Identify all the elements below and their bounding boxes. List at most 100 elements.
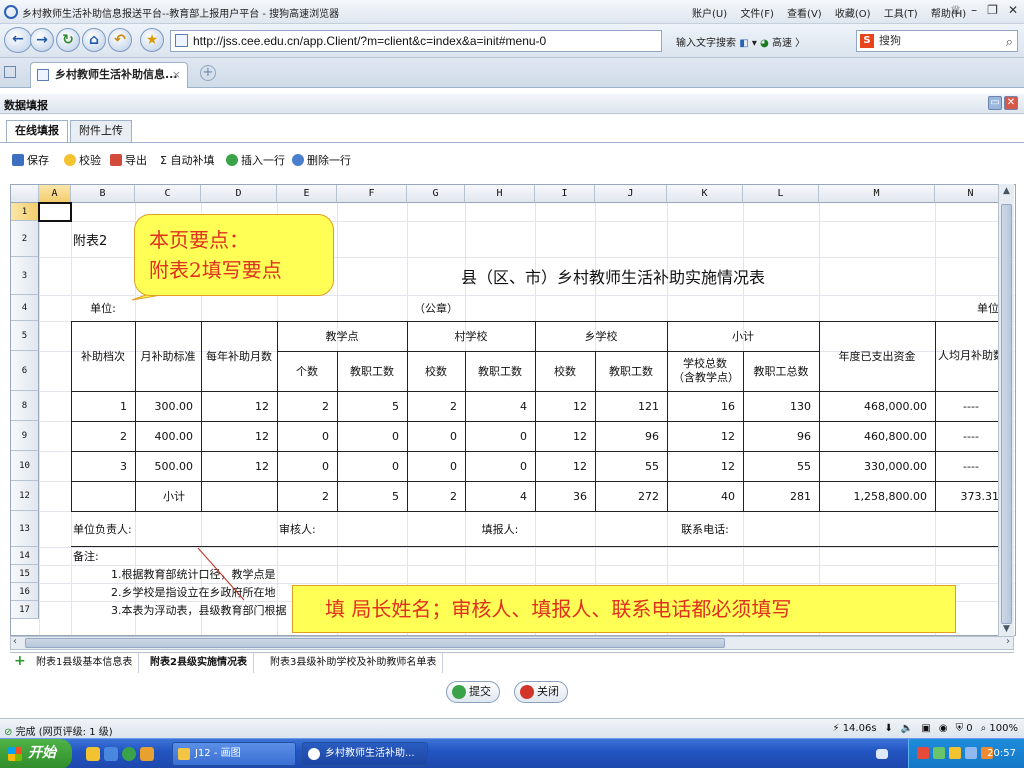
header-level[interactable]: 补助档次	[71, 321, 135, 391]
seal-label[interactable]: （公章）	[407, 295, 465, 321]
menu-account[interactable]: 账户(U)	[692, 9, 727, 20]
column-header[interactable]: J	[595, 185, 667, 203]
data-cell[interactable]: 330,000.00	[819, 451, 935, 481]
subtotal-cell[interactable]: 36	[535, 481, 595, 511]
data-cell[interactable]: 12	[667, 451, 743, 481]
header-spent-funds[interactable]: 年度已支出资金	[819, 321, 935, 391]
row-header[interactable]: 2	[11, 221, 39, 257]
data-cell[interactable]: 16	[667, 391, 743, 421]
menu-favorites[interactable]: 收藏(O)	[835, 9, 871, 20]
subtotal-label[interactable]: 小计	[71, 481, 277, 511]
column-header[interactable]: I	[535, 185, 595, 203]
tab-attachment-upload[interactable]: 附件上传	[70, 120, 132, 142]
header-subtotal[interactable]: 小计	[667, 321, 819, 351]
data-cell[interactable]: 0	[337, 421, 407, 451]
data-cell[interactable]: 1	[71, 391, 135, 421]
row-header[interactable]: 9	[11, 421, 39, 451]
network-tray-icon[interactable]	[933, 747, 945, 759]
refresh-button[interactable]: ↻	[56, 28, 80, 52]
scroll-left-icon[interactable]: ‹	[13, 636, 17, 647]
panel-close-icon[interactable]: ✕	[1004, 96, 1018, 110]
quicklaunch-ie-icon[interactable]	[104, 747, 118, 761]
header-total-staff[interactable]: 教职工总数	[743, 351, 819, 391]
search-box[interactable]: S 搜狗 ⌕	[856, 30, 1018, 52]
speed-mode-label[interactable]: 高速	[772, 38, 792, 49]
header-town-school[interactable]: 乡学校	[535, 321, 667, 351]
screenshot-icon[interactable]: ▣	[921, 723, 930, 734]
data-cell[interactable]: 12	[667, 421, 743, 451]
column-header[interactable]: A	[39, 185, 71, 203]
new-tab-button[interactable]: +	[200, 65, 216, 81]
taskbar-paint-window[interactable]: J12 - 画图	[172, 742, 296, 766]
menu-tools[interactable]: 工具(T)	[884, 9, 918, 20]
row-header[interactable]: 8	[11, 391, 39, 421]
subtotal-cell[interactable]: 2	[407, 481, 465, 511]
data-cell[interactable]: 400.00	[135, 421, 201, 451]
data-cell[interactable]: 0	[277, 421, 337, 451]
panel-restore-icon[interactable]: ▭	[988, 96, 1002, 110]
eye-icon[interactable]: ◉	[939, 723, 948, 734]
tab-online-fill[interactable]: 在线填报	[6, 120, 68, 142]
data-cell[interactable]: 12	[535, 391, 595, 421]
vertical-scrollbar[interactable]: ▲ ▼	[998, 184, 1014, 636]
row-header[interactable]: 10	[11, 451, 39, 481]
quicklaunch-browser-icon[interactable]	[122, 747, 136, 761]
header-schools[interactable]: 校数	[535, 351, 595, 391]
header-count[interactable]: 个数	[277, 351, 337, 391]
back-button[interactable]: ←	[4, 27, 32, 53]
zoom-level[interactable]: ⌕ 100%	[981, 723, 1018, 734]
column-header[interactable]: G	[407, 185, 465, 203]
sound-icon[interactable]: 🔈	[901, 723, 913, 734]
data-cell[interactable]: 0	[337, 451, 407, 481]
row-header[interactable]: 4	[11, 295, 39, 321]
scroll-down-icon[interactable]: ▼	[1001, 624, 1012, 634]
input-search-hint[interactable]: 输入文字搜索	[676, 38, 736, 49]
sheet-tab-appendix2[interactable]: 附表2县级实施情况表	[144, 653, 254, 673]
row-header[interactable]: 13	[11, 511, 39, 547]
data-cell[interactable]: 0	[407, 451, 465, 481]
subtotal-cell[interactable]: 4	[465, 481, 535, 511]
unit-label[interactable]: 单位:	[71, 295, 135, 321]
data-cell[interactable]: 500.00	[135, 451, 201, 481]
quicklaunch-folder-icon[interactable]	[86, 747, 100, 761]
column-header[interactable]: L	[743, 185, 819, 203]
phone-label[interactable]: 联系电话:	[667, 511, 743, 547]
row-header[interactable]: 3	[11, 257, 39, 295]
data-cell[interactable]: 12	[201, 421, 277, 451]
horizontal-scroll-thumb[interactable]	[25, 638, 725, 648]
row-header[interactable]: 16	[11, 583, 39, 601]
export-button[interactable]: 导出	[110, 152, 147, 168]
data-cell[interactable]: 4	[465, 391, 535, 421]
subtotal-cell[interactable]: 5	[337, 481, 407, 511]
column-header[interactable]: C	[135, 185, 201, 203]
subtotal-cell[interactable]: 272	[595, 481, 667, 511]
header-per-capita[interactable]: 人均月补助数	[935, 321, 1007, 391]
row-header[interactable]: 1	[11, 203, 39, 221]
menu-view[interactable]: 查看(V)	[787, 9, 822, 20]
column-header[interactable]: B	[71, 185, 135, 203]
data-cell[interactable]: 96	[743, 421, 819, 451]
data-cell[interactable]: 2	[407, 391, 465, 421]
add-sheet-icon[interactable]: +	[14, 654, 26, 668]
status-text[interactable]: 完成 (网页评级: 1 级)	[16, 727, 113, 738]
tab-current[interactable]: 乡村教师生活补助信息... ×	[30, 62, 188, 88]
subtotal-cell[interactable]: 2	[277, 481, 337, 511]
subtotal-cell[interactable]: 373.31	[935, 481, 1007, 511]
header-village-school[interactable]: 村学校	[407, 321, 535, 351]
column-header[interactable]: E	[277, 185, 337, 203]
adblock-counter[interactable]: ⛨ 0	[956, 723, 973, 734]
data-cell[interactable]: 0	[465, 421, 535, 451]
insert-row-button[interactable]: 插入一行	[226, 152, 285, 168]
keyboard-icon[interactable]	[876, 749, 888, 759]
column-header[interactable]: K	[667, 185, 743, 203]
address-bar[interactable]: http://jss.cee.edu.cn/app.Client/?m=clie…	[170, 30, 662, 52]
data-cell[interactable]: 12	[201, 451, 277, 481]
data-cell[interactable]: 0	[465, 451, 535, 481]
speed-mode-toggle[interactable]: ▾ ◕	[752, 38, 772, 49]
save-button[interactable]: 保存	[12, 152, 49, 168]
favorite-star-icon[interactable]: ★	[140, 28, 164, 52]
unit-head-label[interactable]: 单位负责人:	[71, 511, 201, 547]
sheet-title[interactable]: 县（区、市）乡村教师生活补助实施情况表	[407, 257, 819, 295]
close-window-button[interactable]: ✕	[1008, 3, 1018, 17]
menu-file[interactable]: 文件(F)	[740, 9, 774, 20]
